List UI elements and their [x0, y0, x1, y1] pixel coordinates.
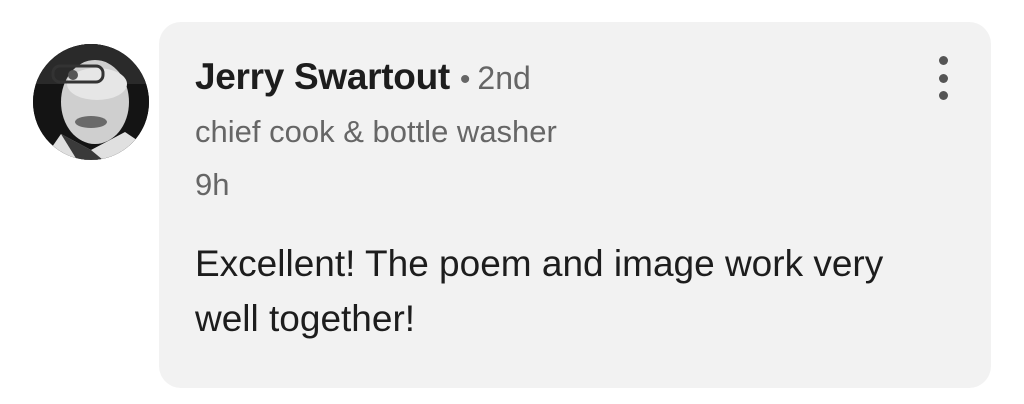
comment-timestamp: 9h	[195, 167, 230, 202]
profile-photo-icon	[33, 44, 149, 160]
connection-degree: 2nd	[477, 60, 531, 96]
more-vertical-icon-dot	[938, 73, 948, 83]
comment-item: Jerry Swartout • 2nd chief cook & bottle…	[0, 0, 1024, 404]
author-headline: chief cook & bottle washer	[195, 114, 557, 149]
more-vertical-icon-dot	[938, 91, 948, 100]
avatar[interactable]	[33, 44, 149, 160]
separator-dot: •	[459, 63, 471, 96]
author-line: Jerry Swartout • 2nd	[195, 56, 531, 98]
comment-text: Excellent! The poem and image work very …	[195, 243, 884, 339]
author-name[interactable]: Jerry Swartout	[195, 56, 450, 98]
more-options-button[interactable]	[931, 56, 955, 100]
more-vertical-icon	[938, 56, 948, 65]
comment-bubble: Jerry Swartout • 2nd chief cook & bottle…	[159, 22, 991, 388]
